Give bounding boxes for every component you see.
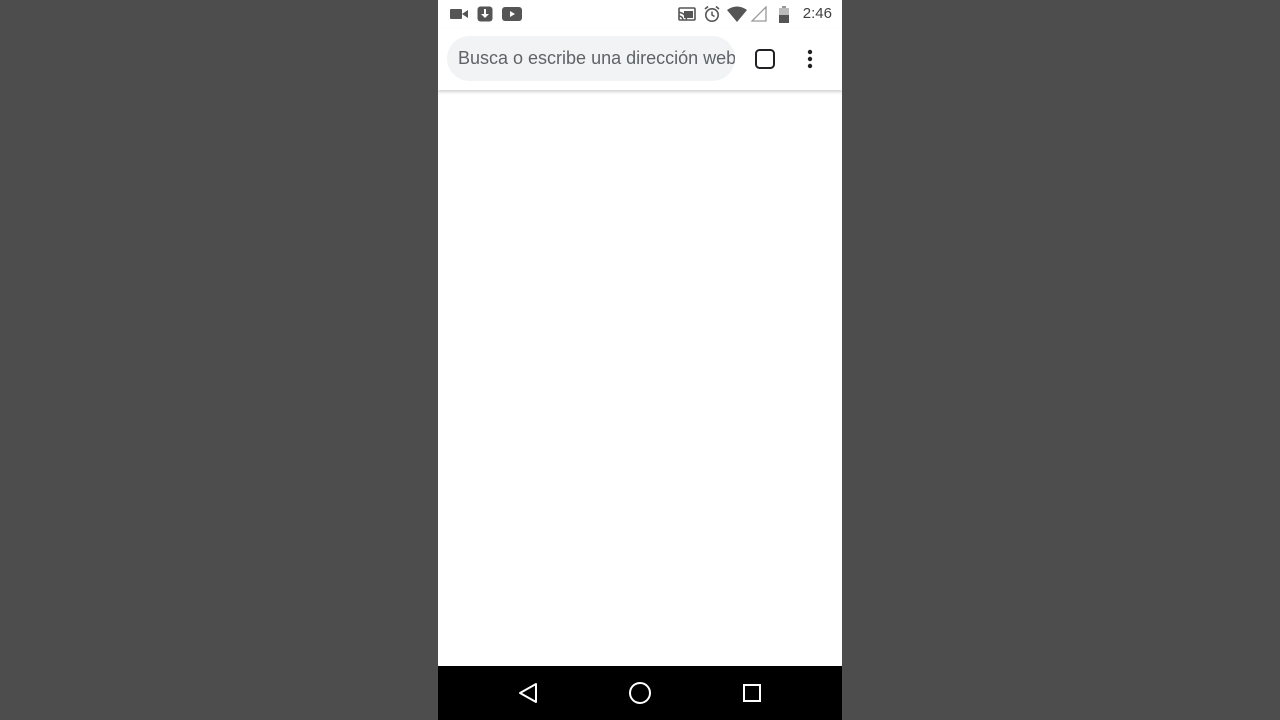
menu-button[interactable] [792, 43, 828, 75]
phone-screen: 2:46 Busca o escribe una dirección web [438, 0, 842, 720]
tab-switcher-button[interactable] [745, 43, 785, 75]
page-content [438, 90, 842, 666]
home-button[interactable] [626, 679, 654, 707]
video-camera-icon [450, 5, 468, 23]
download-icon [476, 5, 494, 23]
omnibox-placeholder[interactable]: Busca o escribe una dirección web [458, 48, 735, 69]
alarm-icon [703, 5, 721, 23]
status-bar: 2:46 [438, 0, 842, 28]
more-vert-icon [807, 49, 813, 69]
signal-icon [751, 5, 767, 23]
back-button[interactable] [514, 679, 542, 707]
browser-toolbar: Busca o escribe una dirección web [438, 28, 842, 90]
recents-button[interactable] [738, 679, 766, 707]
back-icon [519, 683, 537, 703]
wifi-icon [727, 5, 747, 23]
cast-icon [678, 5, 696, 23]
recents-icon [743, 684, 761, 702]
home-icon [629, 682, 651, 704]
status-time: 2:46 [802, 5, 832, 22]
youtube-icon [502, 5, 522, 23]
navigation-bar [438, 666, 842, 720]
omnibox[interactable]: Busca o escribe una dirección web [447, 36, 735, 81]
tab-switcher-icon [755, 49, 775, 69]
battery-icon [778, 5, 790, 23]
